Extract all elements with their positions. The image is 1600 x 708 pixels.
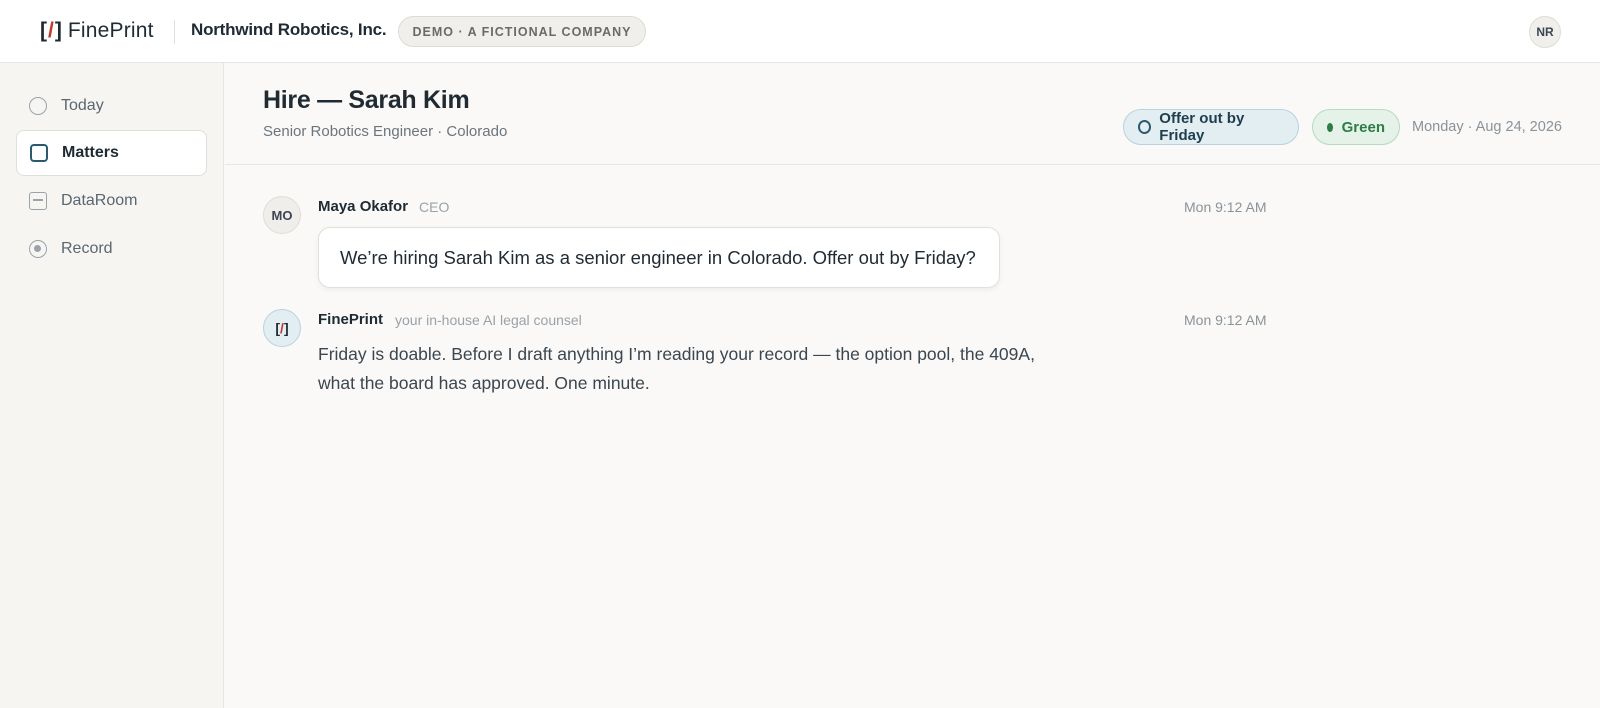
message-reply: Friday is doable. Before I draft anythin… — [318, 340, 1078, 398]
message-sender: FinePrint — [318, 311, 384, 328]
page-title: Hire — Sarah Kim — [263, 86, 470, 114]
logo-bracket-right: ] — [54, 19, 62, 42]
sidebar: Today Matters DataRoom Record — [0, 63, 224, 708]
sidebar-item-label: Matters — [62, 144, 119, 161]
avatar-bracket-right: ] — [283, 320, 289, 336]
topbar-divider — [174, 20, 175, 44]
message-text-line: Friday is doable. Before I draft anythin… — [318, 344, 1035, 364]
matter-header: Hire — Sarah Kim Senior Robotics Enginee… — [225, 63, 1600, 165]
deadline-label: Offer out by Friday — [1159, 110, 1245, 144]
sidebar-item-record[interactable]: Record — [16, 226, 207, 272]
sidebar-item-matters[interactable]: Matters — [16, 130, 207, 176]
box-icon — [29, 192, 47, 210]
avatar: MO — [263, 196, 301, 234]
message-time: Mon 9:12 AM — [1184, 199, 1267, 215]
page-subtitle: Senior Robotics Engineer · Colorado — [263, 123, 508, 140]
sidebar-item-today[interactable]: Today — [16, 83, 207, 129]
message-bubble: We’re hiring Sarah Kim as a senior engin… — [318, 227, 1000, 288]
status-badge[interactable]: Green — [1312, 109, 1400, 145]
record-icon — [29, 240, 47, 258]
message-text-line: what the board has approved. One minute. — [318, 373, 650, 393]
fineprint-logo[interactable]: [/] FinePrint — [40, 17, 154, 45]
user-avatar[interactable]: NR — [1529, 16, 1561, 48]
company-name: Northwind Robotics, Inc. — [191, 20, 387, 39]
top-bar: [/] FinePrint Northwind Robotics, Inc. DE… — [0, 0, 1600, 63]
square-icon — [30, 144, 48, 162]
sidebar-item-dataroom[interactable]: DataRoom — [16, 178, 207, 224]
logo-slash: / — [48, 19, 54, 42]
demo-badge: DEMO · A FICTIONAL COMPANY — [398, 16, 646, 47]
message-sender: Maya Okafor — [318, 198, 409, 215]
status-label: Green — [1341, 118, 1385, 136]
message-time: Mon 9:12 AM — [1184, 312, 1267, 328]
logo-bracket-left: [ — [40, 19, 47, 42]
sidebar-item-label: Record — [61, 240, 113, 257]
deadline-pill[interactable]: Offer out by Friday — [1123, 109, 1299, 145]
message-role: your in-house AI legal counsel — [395, 312, 582, 328]
message-role: CEO — [419, 199, 450, 215]
sidebar-item-label: DataRoom — [61, 192, 138, 209]
logo-wordmark: FinePrint — [67, 19, 154, 42]
status-dot-icon — [1327, 122, 1333, 132]
header-date: Monday · Aug 24, 2026 — [1412, 119, 1562, 135]
message-text: We’re hiring Sarah Kim as a senior engin… — [340, 246, 976, 268]
fineprint-avatar: [/] — [263, 309, 301, 347]
circle-icon — [29, 97, 47, 115]
ring-icon — [1138, 120, 1152, 134]
sidebar-item-label: Today — [61, 97, 104, 114]
